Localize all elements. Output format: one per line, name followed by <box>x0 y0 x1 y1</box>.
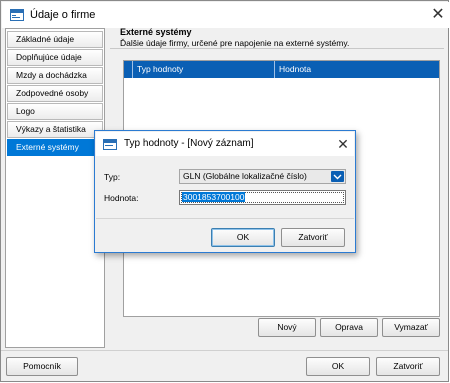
dialog-app-icon <box>103 139 117 150</box>
sidebar-item-zodpovedne-osoby[interactable]: Zodpovedné osoby <box>7 85 103 102</box>
sidebar-item-vykazy[interactable]: Výkazy a štatistika <box>7 121 103 138</box>
dialog-title: Typ hodnoty - [Nový záznam] <box>124 138 254 149</box>
value-type-dialog: Typ hodnoty - [Nový záznam] ✕ Typ: GLN (… <box>94 130 356 253</box>
column-header-hodnota[interactable]: Hodnota <box>274 61 439 78</box>
footer-divider <box>1 350 448 351</box>
sidebar-menu: Základné údaje Doplňujúce údaje Mzdy a d… <box>5 28 105 348</box>
table-header: Typ hodnoty Hodnota <box>124 61 439 78</box>
type-select[interactable]: GLN (Globálne lokalizačné číslo) <box>179 169 346 184</box>
column-header-typ-hodnoty[interactable]: Typ hodnoty <box>132 61 274 78</box>
value-input[interactable]: 3001853700100 <box>179 190 346 205</box>
sidebar-item-mzdy-a-dochadzka[interactable]: Mzdy a dochádzka <box>7 67 103 84</box>
divider <box>110 48 444 49</box>
value-label: Hodnota: <box>104 193 139 203</box>
dialog-close-button[interactable]: Zatvoriť <box>281 228 345 247</box>
new-button[interactable]: Nový <box>258 318 316 337</box>
ok-button[interactable]: OK <box>306 357 370 376</box>
dialog-ok-button[interactable]: OK <box>211 228 275 247</box>
dialog-divider <box>96 218 354 219</box>
panel-title: Externé systémy <box>120 27 192 37</box>
sidebar-item-logo[interactable]: Logo <box>7 103 103 120</box>
panel-subtitle: Ďalšie údaje firmy, určené pre napojenie… <box>120 38 350 48</box>
close-icon[interactable]: ✕ <box>334 135 352 153</box>
type-label: Typ: <box>104 172 121 182</box>
title-bar: Údaje o firme ✕ <box>2 2 449 28</box>
window-title: Údaje o firme <box>30 9 96 21</box>
close-button[interactable]: Zatvoriť <box>376 357 440 376</box>
edit-button[interactable]: Oprava <box>320 318 378 337</box>
close-icon[interactable]: ✕ <box>428 5 448 25</box>
dialog-title-bar: Typ hodnoty - [Nový záznam] ✕ <box>96 132 354 156</box>
sidebar-item-doplnujuce-udaje[interactable]: Doplňujúce údaje <box>7 49 103 66</box>
delete-button[interactable]: Vymazať <box>382 318 440 337</box>
value-input-text: 3001853700100 <box>182 192 246 202</box>
chevron-down-icon[interactable] <box>331 171 344 182</box>
sidebar-item-externe-systemy[interactable]: Externé systémy <box>7 139 103 156</box>
sidebar-item-zakladne-udaje[interactable]: Základné údaje <box>7 31 103 48</box>
type-select-value: GLN (Globálne lokalizačné číslo) <box>183 171 307 181</box>
app-icon <box>10 9 24 21</box>
help-button[interactable]: Pomocník <box>6 357 78 376</box>
